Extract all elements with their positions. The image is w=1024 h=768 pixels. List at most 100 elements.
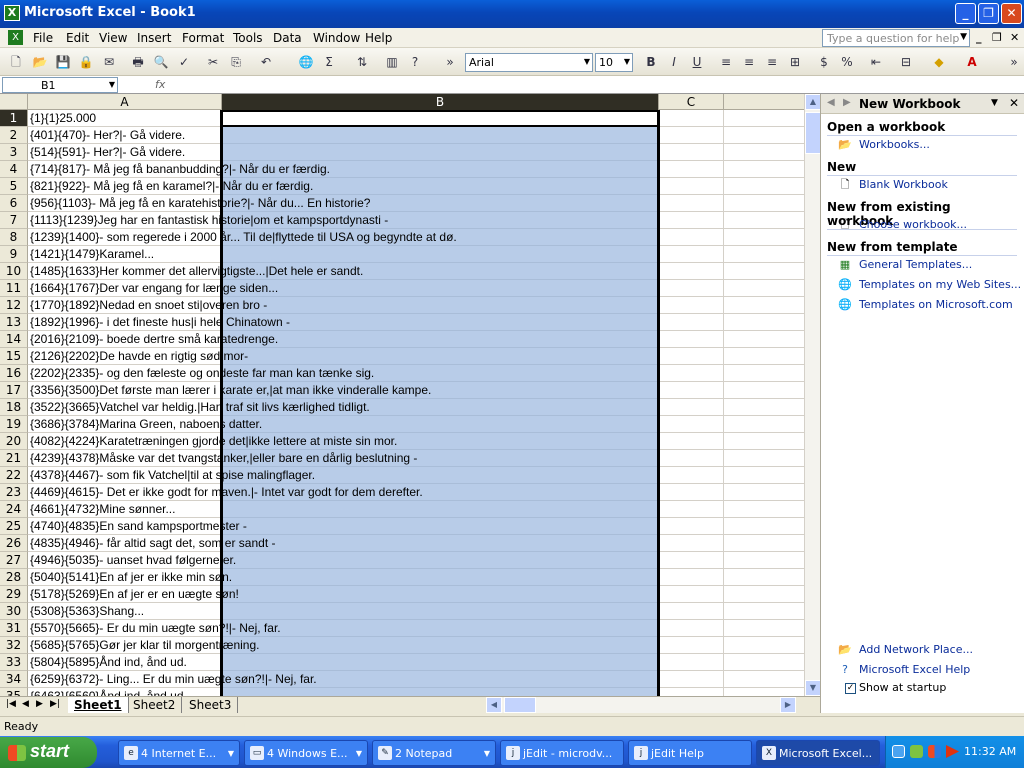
cell-b[interactable] [222,501,659,518]
chevron-down-icon[interactable]: ▼ [991,98,998,108]
cell-a[interactable]: {2202}{2335}- og den fæleste og ondeste … [28,365,374,382]
help-question-input[interactable]: Type a question for help ▼ [822,29,970,47]
cell-c[interactable] [659,603,724,620]
row-header[interactable]: 1 [0,110,28,127]
cell-b[interactable] [222,603,659,620]
first-sheet-icon[interactable]: |◀ [6,699,16,709]
minimize-button[interactable]: _ [955,3,976,24]
cell-d[interactable] [724,314,804,331]
row-header[interactable]: 3 [0,144,28,161]
last-sheet-icon[interactable]: ▶| [50,699,60,709]
cell-a[interactable]: {5570}{5665}- Er du min uægte søn?!|- Ne… [28,620,281,637]
cell-c[interactable] [659,263,724,280]
cell-a[interactable]: {714}{817}- Må jeg få bananbudding?|- Nå… [28,161,330,178]
horizontal-scrollbar[interactable]: ◀ ▶ [486,697,796,713]
cell-a[interactable]: {1421}{1479}Karamel... [28,246,222,263]
cell-b[interactable] [222,586,659,603]
row-header[interactable]: 25 [0,518,28,535]
row-header[interactable]: 28 [0,569,28,586]
cell-c[interactable] [659,348,724,365]
print-icon[interactable]: 🖶 [130,54,146,70]
hyperlink-icon[interactable]: 🌐 [298,54,314,70]
new-icon[interactable]: 🗋 [8,54,24,70]
web-templates-link[interactable]: Templates on my Web Sites... [859,278,1021,291]
task-jedit-help[interactable]: j jEdit Help [628,740,752,766]
cell-a[interactable]: {2126}{2202}De havde en rigtig sød mor- [28,348,248,365]
show-at-startup-checkbox[interactable]: ✓ [845,683,856,694]
cell-c[interactable] [659,280,724,297]
cell-b[interactable] [222,535,659,552]
cell-a[interactable]: {1664}{1767}Der var engang for længe sid… [28,280,278,297]
row-header[interactable]: 24 [0,501,28,518]
excel-help-link[interactable]: Microsoft Excel Help [859,663,970,676]
cell-b[interactable] [222,331,659,348]
cell-b[interactable] [222,348,659,365]
cell-c[interactable] [659,518,724,535]
row-header[interactable]: 9 [0,246,28,263]
cell-c[interactable] [659,127,724,144]
cell-a[interactable]: {4469}{4615}- Det er ikke godt for maven… [28,484,423,501]
cell-c[interactable] [659,416,724,433]
cell-d[interactable] [724,501,804,518]
cell-c[interactable] [659,297,724,314]
cell-c[interactable] [659,569,724,586]
cell-c[interactable] [659,365,724,382]
cell-a[interactable]: {1485}{1633}Her kommer det allervigtigst… [28,263,363,280]
borders-icon[interactable]: ⊟ [898,54,914,70]
cell-a[interactable]: {1892}{1996}- i det fineste hus|i hele C… [28,314,290,331]
help-icon[interactable]: ? [407,54,423,70]
task-notepad[interactable]: ✎ 2 Notepad ▼ [372,740,496,766]
cell-c[interactable] [659,212,724,229]
cell-c[interactable] [659,331,724,348]
row-header[interactable]: 21 [0,450,28,467]
task-jedit[interactable]: j jEdit - microdv... [500,740,624,766]
cell-d[interactable] [724,212,804,229]
cell-d[interactable] [724,569,804,586]
cell-d[interactable] [724,195,804,212]
worksheet-grid[interactable]: A B C 1 {1}{1}25.000 2 {401}{470}- Her?|- G… [0,94,804,696]
row-header[interactable]: 12 [0,297,28,314]
copy-icon[interactable]: ⎘ [228,54,244,70]
row-header[interactable]: 4 [0,161,28,178]
cell-b[interactable] [222,569,659,586]
scroll-up-icon[interactable]: ▲ [805,94,821,110]
cell-d[interactable] [724,484,804,501]
merge-center-icon[interactable]: ⊞ [787,54,803,70]
cell-b[interactable] [222,110,659,127]
cell-b[interactable] [222,297,659,314]
cell-a[interactable]: {4239}{4378}Måske var det tvangstanker,|… [28,450,417,467]
vertical-scroll-thumb[interactable] [805,112,821,154]
cell-d[interactable] [724,416,804,433]
cell-d[interactable] [724,518,804,535]
autosum-icon[interactable]: Σ [321,54,337,70]
cell-d[interactable] [724,348,804,365]
cell-c[interactable] [659,314,724,331]
cell-a[interactable]: {5804}{5895}Ånd ind, ånd ud. [28,654,222,671]
general-templates-link[interactable]: General Templates... [859,258,972,271]
network-place-link[interactable]: Add Network Place... [859,643,973,656]
cell-a[interactable]: {4661}{4732}Mine sønner... [28,501,222,518]
cell-a[interactable]: {401}{470}- Her?|- Gå videre. [28,127,222,144]
toolbar-options-icon[interactable]: » [442,54,458,70]
menu-insert[interactable]: Insert [137,31,171,45]
cell-d[interactable] [724,433,804,450]
cell-a[interactable]: {956}{1103}- Må jeg få en karatehistorie… [28,195,370,212]
vertical-scrollbar[interactable]: ▲ ▼ [804,94,821,696]
row-header[interactable]: 27 [0,552,28,569]
cell-b[interactable] [222,144,659,161]
print-preview-icon[interactable]: 🔍 [153,54,169,70]
task-windows-explorer[interactable]: ▭ 4 Windows E... ▼ [244,740,368,766]
cell-b[interactable] [222,127,659,144]
cell-c[interactable] [659,586,724,603]
menu-window[interactable]: Window [313,31,360,45]
cell-d[interactable] [724,535,804,552]
scroll-down-icon[interactable]: ▼ [805,680,821,696]
align-right-icon[interactable]: ≡ [764,54,780,70]
cut-icon[interactable]: ✂ [205,54,221,70]
email-icon[interactable]: ✉ [101,54,117,70]
name-box[interactable]: B1 ▼ [2,77,118,93]
cell-b[interactable] [222,416,659,433]
doc-restore-button[interactable]: ❐ [992,31,1002,44]
chart-wizard-icon[interactable]: ▥ [384,54,400,70]
undo-icon[interactable]: ↶ [258,54,274,70]
